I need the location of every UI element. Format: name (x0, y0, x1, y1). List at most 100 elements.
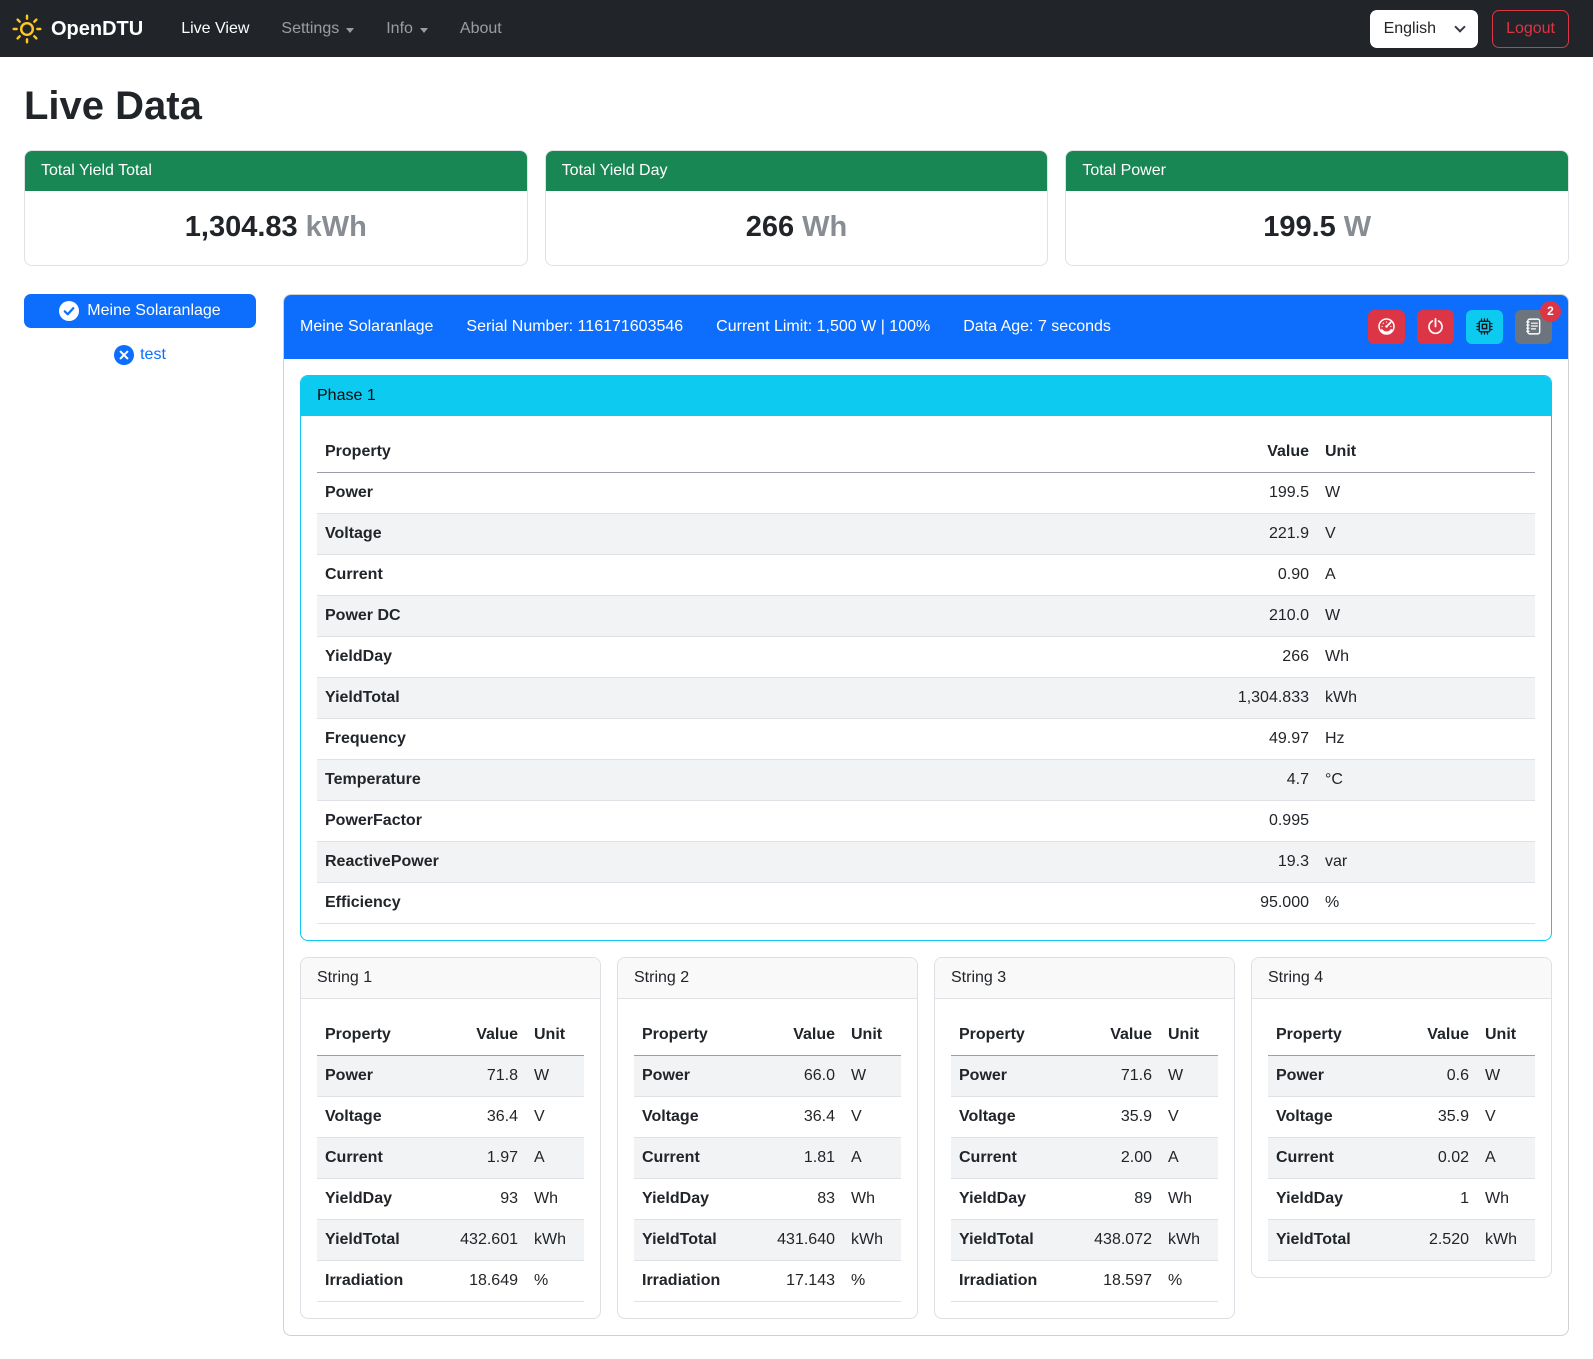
table-row: YieldDay 83 Wh (634, 1178, 901, 1219)
cell-property: YieldDay (317, 636, 1187, 677)
event-log-button[interactable]: 2 (1515, 310, 1552, 344)
cell-value: 66.0 (751, 1055, 843, 1096)
col-value: Value (434, 1015, 526, 1056)
nav-item-label: Info (386, 17, 413, 41)
cell-property: Voltage (317, 1096, 434, 1137)
cell-unit: kWh (1160, 1219, 1218, 1260)
cell-property: Current (317, 554, 1187, 595)
cell-property: YieldTotal (951, 1219, 1068, 1260)
navbar-right: English Logout (1370, 10, 1569, 48)
cell-value: 71.6 (1068, 1055, 1160, 1096)
cell-value: 1,304.833 (1187, 677, 1317, 718)
cell-unit: W (1317, 472, 1535, 513)
table-row: YieldTotal 1,304.833 kWh (317, 677, 1535, 718)
cell-property: Power (317, 1055, 434, 1096)
string-card-2: String 2 Property Value Unit (617, 957, 918, 1319)
nav-item-label: Live View (181, 17, 249, 41)
power-toggle-button[interactable] (1417, 310, 1454, 344)
cell-unit: °C (1317, 759, 1535, 800)
device-info-button[interactable] (1466, 310, 1503, 344)
cell-unit (1317, 800, 1535, 841)
table-row: Voltage 35.9 V (951, 1096, 1218, 1137)
table-row: Current 0.02 A (1268, 1137, 1535, 1178)
cell-value: 89 (1068, 1178, 1160, 1219)
cell-value: 1.81 (751, 1137, 843, 1178)
table-row: YieldDay 93 Wh (317, 1178, 584, 1219)
summary-value: 199.5 (1263, 211, 1336, 243)
cell-property: PowerFactor (317, 800, 1187, 841)
inverter-link-test[interactable]: test (140, 343, 166, 367)
summary-value: 1,304.83 (185, 211, 298, 243)
summary-value: 266 (746, 211, 794, 243)
cell-value: 17.143 (751, 1260, 843, 1301)
serial-value: 116171603546 (578, 318, 684, 335)
table-header-row: Property Value Unit (951, 1015, 1218, 1056)
cell-unit: Wh (1160, 1178, 1218, 1219)
phase-table-wrapper: Property Value Unit Power (301, 416, 1551, 924)
limit-label: Current Limit: (716, 318, 812, 335)
x-circle-icon[interactable] (114, 345, 134, 365)
cell-unit: % (1160, 1260, 1218, 1301)
table-row: YieldDay 1 Wh (1268, 1178, 1535, 1219)
table-row: YieldTotal 438.072 kWh (951, 1219, 1218, 1260)
limit-settings-button[interactable] (1368, 310, 1405, 344)
cell-property: Irradiation (951, 1260, 1068, 1301)
cell-value: 0.02 (1385, 1137, 1477, 1178)
nav-item-settings[interactable]: Settings (265, 9, 370, 49)
cell-unit: W (1317, 595, 1535, 636)
cell-value: 18.649 (434, 1260, 526, 1301)
cell-value: 19.3 (1187, 841, 1317, 882)
cell-property: Power (634, 1055, 751, 1096)
col-value: Value (751, 1015, 843, 1056)
cell-property: Current (1268, 1137, 1385, 1178)
string-card-title: String 2 (618, 958, 917, 999)
summary-card-body: 199.5W (1066, 191, 1568, 265)
col-unit: Unit (843, 1015, 901, 1056)
summary-card-title: Total Yield Total (25, 151, 527, 191)
brand[interactable]: OpenDTU (12, 14, 143, 44)
logout-button[interactable]: Logout (1492, 10, 1569, 48)
phase-table: Property Value Unit Power (317, 432, 1535, 924)
sun-icon (12, 14, 42, 44)
nav-item-about[interactable]: About (444, 9, 518, 49)
cell-property: Power DC (317, 595, 1187, 636)
main-content: Live Data Total Yield Total 1,304.83kWh … (0, 76, 1593, 1356)
cell-unit: % (1317, 882, 1535, 923)
check-circle-icon (59, 301, 79, 321)
cell-value: 35.9 (1385, 1096, 1477, 1137)
summary-unit: Wh (802, 211, 847, 243)
summary-card-total-power: Total Power 199.5W (1065, 150, 1569, 266)
cell-value: 432.601 (434, 1219, 526, 1260)
language-select[interactable]: English (1370, 10, 1478, 48)
table-row: Current 1.81 A (634, 1137, 901, 1178)
serial-label: Serial Number: (466, 318, 573, 335)
cell-unit: A (1160, 1137, 1218, 1178)
col-unit: Unit (1160, 1015, 1218, 1056)
cell-property: YieldDay (317, 1178, 434, 1219)
brand-label: OpenDTU (51, 14, 143, 44)
inverter-select-button[interactable]: Meine Solaranlage (24, 294, 256, 328)
nav-item-live-view[interactable]: Live View (165, 9, 265, 49)
cell-property: Irradiation (317, 1260, 434, 1301)
language-value: English (1384, 17, 1436, 41)
cell-value: 71.8 (434, 1055, 526, 1096)
table-row: Temperature 4.7 °C (317, 759, 1535, 800)
summary-unit: kWh (306, 211, 367, 243)
cell-property: YieldTotal (1268, 1219, 1385, 1260)
cell-unit: kWh (526, 1219, 584, 1260)
inverter-name: Meine Solaranlage (300, 315, 433, 339)
cell-unit: V (526, 1096, 584, 1137)
cell-unit: A (1317, 554, 1535, 595)
table-row: Current 0.90 A (317, 554, 1535, 595)
nav-item-info[interactable]: Info (370, 9, 444, 49)
cell-value: 221.9 (1187, 513, 1317, 554)
cell-property: Voltage (951, 1096, 1068, 1137)
cell-property: ReactivePower (317, 841, 1187, 882)
table-row: PowerFactor 0.995 (317, 800, 1535, 841)
cpu-icon (1475, 317, 1494, 336)
col-unit: Unit (1477, 1015, 1535, 1056)
table-row: Irradiation 17.143 % (634, 1260, 901, 1301)
navbar: OpenDTU Live View Settings Info About En… (0, 0, 1593, 57)
cell-value: 438.072 (1068, 1219, 1160, 1260)
summary-card-body: 266Wh (546, 191, 1048, 265)
